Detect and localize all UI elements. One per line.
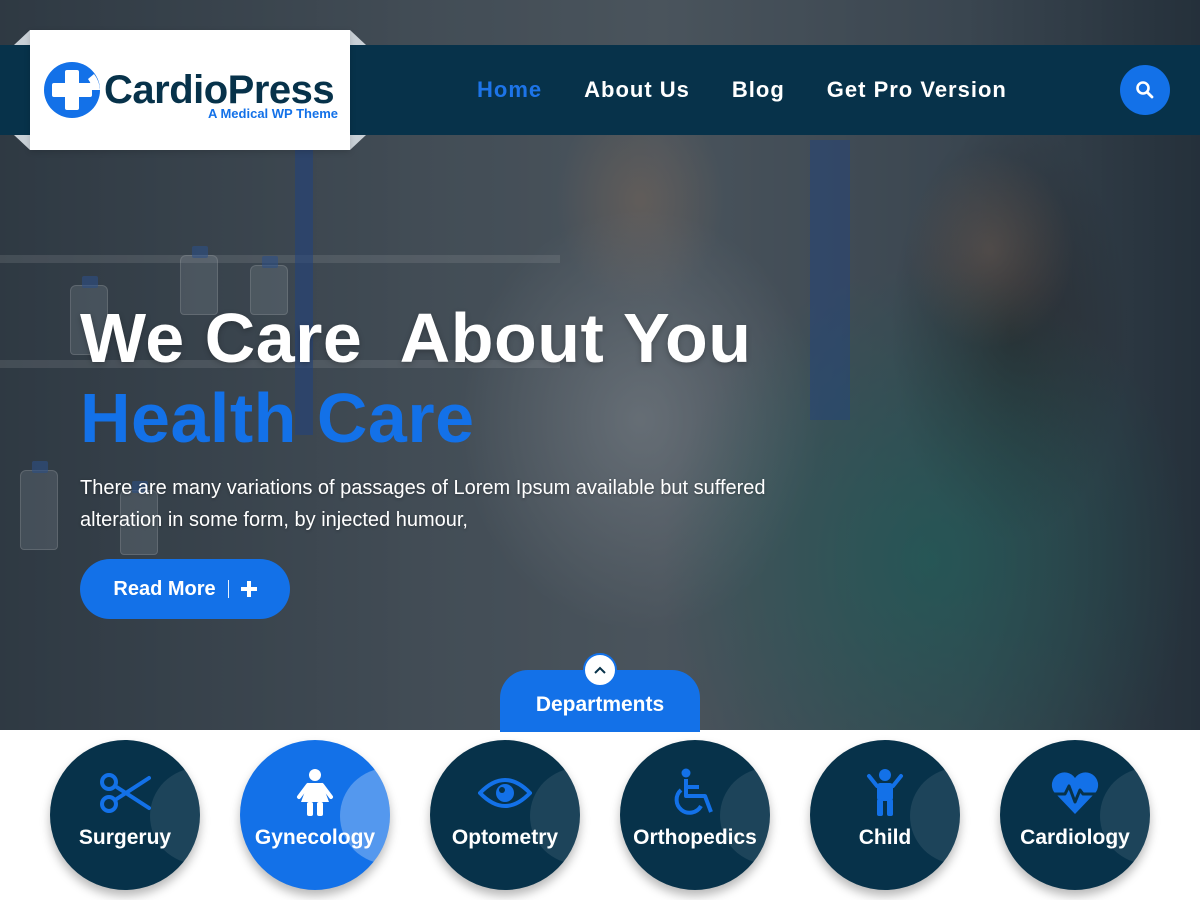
heartbeat-icon (1051, 772, 1099, 814)
hero-title-line1: We Care About You (80, 299, 752, 377)
brand-tagline: A Medical WP Theme (207, 106, 338, 121)
department-label: Gynecology (254, 826, 376, 849)
site-logo[interactable]: CardioPress A Medical WP Theme (30, 30, 350, 150)
department-label: Orthopedics (633, 826, 757, 849)
department-label: Cardiology (1020, 826, 1130, 849)
eye-icon (478, 778, 532, 808)
chevron-up-icon (594, 666, 606, 674)
nav-get-pro-version[interactable]: Get Pro Version (806, 77, 1028, 103)
department-label: Optometry (451, 826, 559, 849)
plus-icon (240, 581, 257, 597)
departments-tab-label: Departments (535, 693, 665, 716)
read-more-label: Read More (113, 577, 216, 600)
department-orthopedics[interactable]: Orthopedics (620, 740, 770, 890)
nav-home[interactable]: Home (456, 77, 563, 103)
nav-blog[interactable]: Blog (711, 77, 806, 103)
department-child[interactable]: Child (810, 740, 960, 890)
hero-description: There are many variations of passages of… (80, 477, 766, 531)
department-surgery[interactable]: Surgeruy (50, 740, 200, 890)
departments-list: Surgeruy Gynecology Optometry Orthopedic… (0, 730, 1200, 900)
nav-about-us[interactable]: About Us (563, 77, 711, 103)
department-gynecology[interactable]: Gynecology (240, 740, 390, 890)
department-label: Child (858, 826, 912, 849)
read-more-button[interactable]: Read More (80, 559, 290, 619)
departments-toggle-button[interactable] (583, 653, 617, 687)
search-button[interactable] (1120, 65, 1170, 115)
department-cardiology[interactable]: Cardiology (1000, 740, 1150, 890)
hero-title-line2: Health Care (80, 379, 475, 457)
hero-content: We Care About You Health Care There are … (80, 298, 800, 536)
search-icon (1136, 81, 1154, 99)
department-label: Surgeruy (78, 826, 172, 849)
main-nav: Home About Us Blog Get Pro Version (456, 45, 1028, 135)
female-icon (297, 769, 333, 816)
medical-cross-icon (44, 62, 100, 118)
wheelchair-icon (674, 768, 713, 815)
scissors-icon (100, 773, 151, 813)
child-icon (867, 769, 903, 816)
button-divider (227, 580, 229, 598)
department-optometry[interactable]: Optometry (430, 740, 580, 890)
